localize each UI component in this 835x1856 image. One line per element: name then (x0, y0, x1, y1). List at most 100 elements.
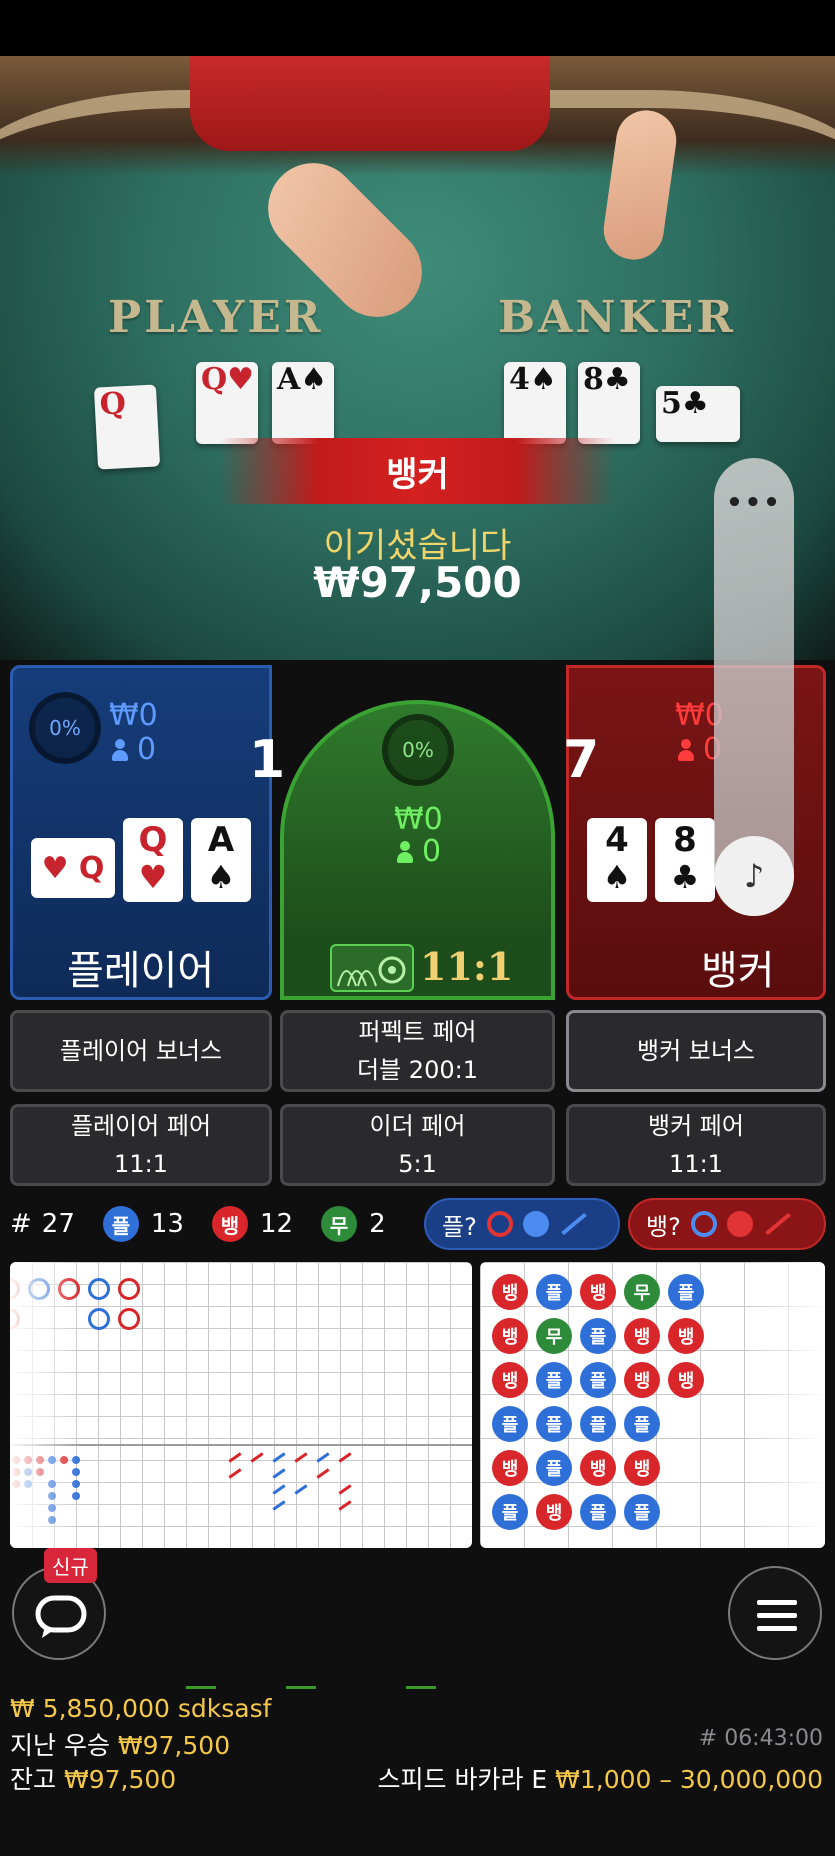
tie-badge: 무 (321, 1206, 358, 1242)
bead-cell: 플 (624, 1494, 660, 1530)
jackpot-line: ₩ 5,850,000 sdksasf (10, 1694, 272, 1723)
road-slash (294, 1484, 308, 1495)
banker-predict-button[interactable]: 뱅? (628, 1198, 826, 1250)
bead-cell: 뱅 (536, 1494, 572, 1530)
player-percent: 0% (29, 692, 101, 764)
felt-player-label: PLAYER (108, 292, 324, 343)
tie-bettors: 0 (396, 836, 441, 868)
banker-bonus-button[interactable]: 뱅커 보너스 (566, 1010, 826, 1092)
big-road[interactable] (10, 1262, 472, 1548)
person-icon (396, 841, 414, 863)
player-spot-name: 플레이어 (67, 948, 215, 994)
table-card-player-3: A♠ (272, 362, 334, 444)
dealer (190, 56, 550, 151)
table-card-banker-3: 5♣ (656, 386, 740, 442)
player-predict-button[interactable]: 플? (424, 1198, 620, 1250)
bead-cell: 무 (624, 1274, 660, 1310)
tie-payout: 11:1 (420, 944, 514, 989)
road-slash (250, 1452, 264, 1463)
road-slash (228, 1452, 242, 1463)
road-mark (88, 1278, 110, 1300)
hamburger-menu-icon (757, 1600, 797, 1631)
road-slash (294, 1452, 308, 1463)
bead-cell: 플 (668, 1274, 704, 1310)
player-card-2: A ♠ (191, 818, 251, 902)
last-win: 지난 우승 ₩97,500 (10, 1731, 231, 1760)
road-fade (10, 1262, 82, 1548)
player-predict-label: 플? (442, 1212, 477, 1241)
hollow-circle-icon (486, 1211, 513, 1237)
tie-logo-icon (330, 944, 414, 992)
bead-cell: 뱅 (624, 1362, 660, 1398)
bead-cell: 뱅 (492, 1274, 528, 1310)
player-bettors: 0 (111, 734, 156, 766)
person-icon (111, 739, 129, 761)
road-fade (745, 1262, 825, 1548)
bead-cell: 뱅 (580, 1450, 616, 1486)
person-icon (677, 739, 695, 761)
banker-spot-name: 뱅커 (701, 948, 775, 994)
table-card-banker-2: 8♣ (578, 362, 640, 444)
road-mark (88, 1308, 110, 1330)
top-status-bar (0, 0, 835, 56)
road-slash (338, 1452, 352, 1463)
bead-cell: 무 (536, 1318, 572, 1354)
player-bet-spot[interactable]: 0% ₩0 0 1 ♥ Q Q ♥ A ♠ 플레이어 (10, 665, 285, 1000)
banker-pair-button[interactable]: 뱅커 페어 11:1 (566, 1104, 826, 1186)
progress-tick (186, 1686, 216, 1689)
banker-badge: 뱅 (211, 1206, 248, 1242)
music-note-icon[interactable]: ♪ (714, 836, 794, 916)
road-slash (338, 1484, 352, 1495)
solid-circle-icon (726, 1211, 753, 1237)
player-card-1: Q ♥ (123, 818, 183, 902)
bead-cell: 플 (624, 1406, 660, 1442)
bead-cell: 플 (536, 1450, 572, 1486)
bead-cell: 플 (492, 1494, 528, 1530)
bead-cell: 플 (492, 1406, 528, 1442)
road-slash (272, 1468, 286, 1479)
bead-cell: 플 (580, 1362, 616, 1398)
road-slash (272, 1500, 286, 1511)
tie-bet-amount: ₩0 (394, 802, 443, 837)
progress-tick (286, 1686, 316, 1689)
player-bet-amount: ₩0 (109, 698, 158, 733)
road-slash (316, 1452, 330, 1463)
bead-cell: 뱅 (492, 1450, 528, 1486)
table-card-banker-1: 4♠ (504, 362, 566, 444)
round-id: # 06:43:00 (698, 1726, 823, 1751)
bead-road[interactable]: 뱅뱅뱅플뱅플플무플플플뱅뱅플플플뱅플무뱅뱅플뱅플플뱅뱅 (480, 1262, 825, 1548)
road-slash (272, 1484, 286, 1495)
bead-cell: 플 (536, 1274, 572, 1310)
bead-cell: 뱅 (624, 1450, 660, 1486)
round-prefix: # (10, 1209, 32, 1239)
bead-cell: 플 (536, 1406, 572, 1442)
slash-icon (765, 1212, 791, 1236)
balance: 잔고 ₩97,500 (10, 1765, 177, 1794)
player-count: 13 (150, 1209, 184, 1239)
tie-bet-spot[interactable]: 0% ₩0 0 11:1 (280, 700, 555, 1000)
player-badge: 플 (102, 1206, 139, 1242)
road-slash (272, 1452, 286, 1463)
banker-predict-label: 뱅? (646, 1212, 681, 1241)
floating-side-panel[interactable]: ••• ♪ (714, 458, 794, 916)
round-count: 27 (41, 1209, 75, 1239)
bead-cell: 뱅 (580, 1274, 616, 1310)
either-pair-button[interactable]: 이더 페어 5:1 (280, 1104, 555, 1186)
bead-cell: 플 (580, 1494, 616, 1530)
more-icon[interactable]: ••• (714, 488, 794, 518)
tie-count: 2 (369, 1209, 386, 1239)
perfect-pair-button[interactable]: 퍼펙트 페어 더블 200:1 (280, 1010, 555, 1092)
player-bonus-button[interactable]: 플레이어 보너스 (10, 1010, 272, 1092)
bead-cell: 뱅 (492, 1362, 528, 1398)
tie-percent: 0% (382, 714, 454, 786)
banker-count: 12 (259, 1209, 294, 1239)
slash-icon (561, 1212, 587, 1236)
table-card-player-1: Q (93, 384, 161, 470)
road-mark (118, 1308, 140, 1330)
road-slash (338, 1500, 352, 1511)
table-info: 스피드 바카라 E ₩1,000 – 30,000,000 (377, 1765, 823, 1794)
winner-banner: 뱅커 (220, 438, 615, 504)
menu-button[interactable] (728, 1566, 822, 1660)
felt-banker-label: BANKER (498, 292, 736, 343)
player-pair-button[interactable]: 플레이어 페어 11:1 (10, 1104, 272, 1186)
